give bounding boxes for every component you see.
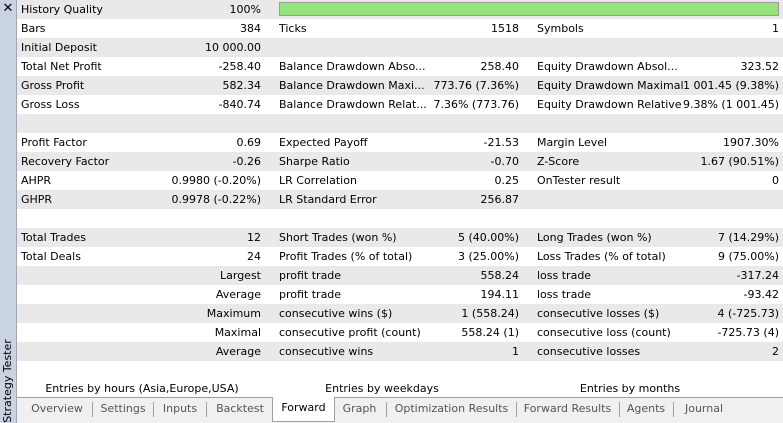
tab-backtest[interactable]: Backtest — [208, 398, 272, 422]
report-col3-value: 323.52 — [740, 60, 780, 73]
tab-separator — [673, 402, 674, 417]
entries-by-hours-label: Entries by hours (Asia,Europe,USA) — [45, 382, 239, 395]
report-col2-value: 5 (40.00%) — [457, 231, 519, 244]
tab-separator — [153, 402, 154, 417]
tester-tab-bar: Overview Settings Inputs Backtest Forwar… — [17, 397, 783, 423]
tab-forward[interactable]: Forward — [272, 397, 335, 422]
tab-separator — [619, 402, 620, 417]
report-row: Recovery Factor -0.26 Sharpe Ratio -0.70 Z-S… — [17, 152, 783, 171]
report-row: Average profit trade 194.11 loss trade -93.4… — [17, 285, 783, 304]
tab-graph[interactable]: Graph — [335, 398, 384, 422]
report-col2-value: 7.36% (773.76) — [433, 98, 519, 111]
close-icon[interactable]: ✕ — [0, 0, 16, 18]
entries-by-weekdays-label: Entries by weekdays — [325, 382, 439, 395]
report-row: Gross Loss -840.74 Balance Drawdown Relat.… — [17, 95, 783, 114]
tab-settings[interactable]: Settings — [94, 398, 152, 422]
report-col1-value: Average — [215, 345, 261, 358]
history-quality-bar — [279, 2, 779, 16]
history-quality-bar-fill — [280, 3, 778, 15]
tab-overview[interactable]: Overview — [23, 398, 91, 422]
report-col1-value: -258.40 — [218, 60, 261, 73]
report-col1-value: -840.74 — [218, 98, 261, 111]
tab-separator — [206, 402, 207, 417]
report-col1-value: Maximum — [206, 307, 261, 320]
report-col1-value: 0.9980 (-0.20%) — [171, 174, 261, 187]
report-col3-value: 9 (75.00%) — [717, 250, 779, 263]
report-row: AHPR 0.9980 (-0.20%) LR Correlation 0.25 OnT… — [17, 171, 783, 190]
history-quality-value: 100% — [229, 3, 261, 16]
report-row: Maximal consecutive profit (count) 558.24 … — [17, 323, 783, 342]
report-col1-value: 384 — [240, 22, 261, 35]
report-col2-value: 1 — [512, 345, 519, 358]
report-col2-value: 558.24 — [480, 269, 520, 282]
tab-separator — [386, 402, 387, 417]
tab-agents[interactable]: Agents — [621, 398, 671, 422]
report-col1-value: 0.69 — [236, 136, 262, 149]
report-col1-value: -0.26 — [232, 155, 261, 168]
report-row: Total Trades 12 Short Trades (won %) 5 (40.… — [17, 228, 783, 247]
tab-inputs[interactable]: Inputs — [155, 398, 205, 422]
report-col3-value: 1.67 (90.51%) — [700, 155, 779, 168]
report-col3-value: 7 (14.29%) — [717, 231, 779, 244]
history-quality-row: History Quality 100% — [17, 0, 783, 19]
report-col2-value: 1 (558.24) — [461, 307, 519, 320]
report-row: Average consecutive wins 1 consecutive loss… — [17, 342, 783, 361]
report-col2-value: 558.24 (1) — [461, 326, 519, 339]
strategy-tester-sidebar: ✕ Strategy Tester — [0, 0, 17, 423]
report-col1-value: 582.34 — [222, 79, 262, 92]
report-col2-value: 3 (25.00%) — [457, 250, 519, 263]
report-col3-value: 0 — [772, 174, 779, 187]
report-col2-value: -0.70 — [490, 155, 519, 168]
report-col3-value: 1907.30% — [723, 136, 779, 149]
entries-charts-labels: Entries by hours (Asia,Europe,USA) Entri… — [17, 381, 783, 396]
report-row: Maximum consecutive wins ($) 1 (558.24) con… — [17, 304, 783, 323]
report-col1-value: Largest — [220, 269, 261, 282]
report-col2-value: 1518 — [491, 22, 519, 35]
report-col1-value: 12 — [247, 231, 261, 244]
report-col3-value: 1 001.45 (9.38%) — [682, 79, 779, 92]
report-row: Gross Profit 582.34 Balance Drawdown Maxi.… — [17, 76, 783, 95]
report-col3-value: 2 — [772, 345, 779, 358]
tab-separator — [516, 402, 517, 417]
tab-journal[interactable]: Journal — [675, 398, 733, 422]
report-col3-value: -725.73 (4) — [717, 326, 779, 339]
report-col1-value: 24 — [247, 250, 261, 263]
report-col1-value: Maximal — [214, 326, 261, 339]
strategy-tester-title: Strategy Tester — [1, 339, 14, 423]
report-row: Total Net Profit -258.40 Balance Drawdown … — [17, 57, 783, 76]
report-row: Profit Factor 0.69 Expected Payoff -21.53 Ma… — [17, 133, 783, 152]
tab-forward-results[interactable]: Forward Results — [518, 398, 617, 422]
report-col1-value: Average — [215, 288, 261, 301]
report-col2-value: 194.11 — [480, 288, 520, 301]
report-row: Largest profit trade 558.24 loss trade -317.… — [17, 266, 783, 285]
report-row — [17, 209, 783, 228]
report-col2-value: 258.40 — [480, 60, 520, 73]
report-col3-value: 4 (-725.73) — [717, 307, 779, 320]
tab-optimization-results[interactable]: Optimization Results — [388, 398, 515, 422]
entries-by-months-label: Entries by months — [579, 382, 681, 395]
report-row: Total Deals 24 Profit Trades (% of total) 3… — [17, 247, 783, 266]
report-row: GHPR 0.9978 (-0.22%) LR Standard Error 256.… — [17, 190, 783, 209]
report-row: Bars 384 Ticks 1518 Symbols 1 — [17, 19, 783, 38]
report-col2-value: 256.87 — [480, 193, 520, 206]
report-col3-value: 9.38% (1 001.45) — [682, 98, 779, 111]
report-col2-value: 0.25 — [494, 174, 520, 187]
report-row — [17, 114, 783, 133]
report-col3-value: -317.24 — [736, 269, 779, 282]
report-col2-value: -21.53 — [483, 136, 519, 149]
report-col2-value: 773.76 (7.36%) — [433, 79, 519, 92]
report-col1-value: 10 000.00 — [205, 41, 261, 54]
report-table: History Quality 100% Bars 384 Ticks 1518 Sym… — [17, 0, 783, 380]
report-col3-value: -93.42 — [743, 288, 779, 301]
report-col3-value: 1 — [772, 22, 779, 35]
report-row: Initial Deposit 10 000.00 — [17, 38, 783, 57]
tab-separator — [92, 402, 93, 417]
report-col1-value: 0.9978 (-0.22%) — [171, 193, 261, 206]
